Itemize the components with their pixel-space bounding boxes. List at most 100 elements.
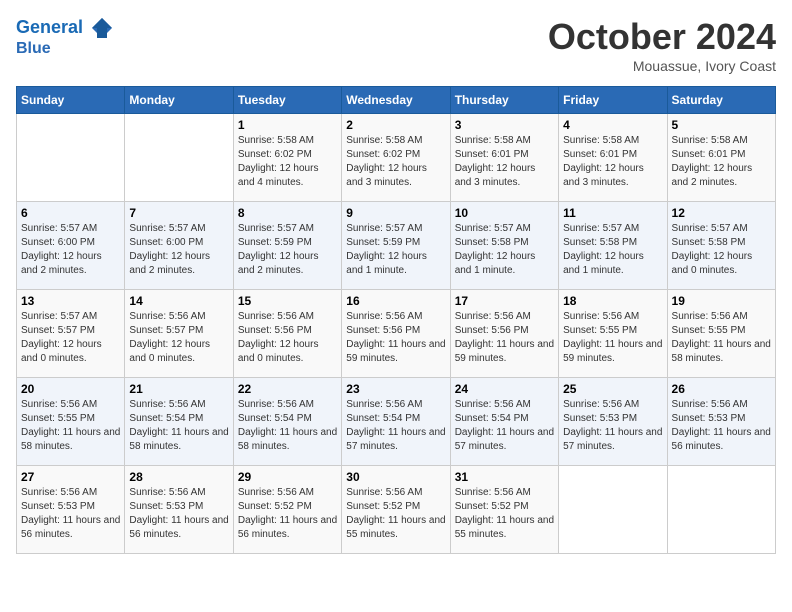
day-number: 8 <box>238 206 337 220</box>
day-detail: Sunrise: 5:57 AM Sunset: 6:00 PM Dayligh… <box>129 222 228 278</box>
calendar-cell: 1Sunrise: 5:58 AM Sunset: 6:02 PM Daylig… <box>233 114 341 202</box>
day-number: 27 <box>21 470 120 484</box>
calendar-cell <box>667 466 775 554</box>
day-detail: Sunrise: 5:56 AM Sunset: 5:53 PM Dayligh… <box>129 486 228 542</box>
calendar-cell: 23 Sunrise: 5:56 AM Sunset: 5:54 PM Dayli… <box>342 378 450 466</box>
weekday-header-cell: Sunday <box>17 87 125 114</box>
calendar-cell: 31Sunrise: 5:56 AM Sunset: 5:52 PM Dayli… <box>450 466 558 554</box>
weekday-header-cell: Saturday <box>667 87 775 114</box>
day-number: 6 <box>21 206 120 220</box>
day-detail: Sunrise: 5:57 AM Sunset: 5:57 PM Dayligh… <box>21 310 120 366</box>
day-number: 15 <box>238 294 337 308</box>
calendar-cell: 3 Sunrise: 5:58 AM Sunset: 6:01 PM Daylig… <box>450 114 558 202</box>
page-header: General Blue October 2024 Mouassue, Ivor… <box>16 16 776 74</box>
day-detail: Sunrise: 5:56 AM Sunset: 5:57 PM Dayligh… <box>129 310 228 366</box>
day-number: 20 <box>21 382 120 396</box>
day-detail: Sunrise: 5:56 AM Sunset: 5:53 PM Dayligh… <box>672 398 771 454</box>
weekday-header-cell: Tuesday <box>233 87 341 114</box>
day-number: 12 <box>672 206 771 220</box>
calendar-cell: 20Sunrise: 5:56 AM Sunset: 5:55 PM Dayli… <box>17 378 125 466</box>
calendar-body: 1 Sunrise: 5:58 AM Sunset: 6:02 PM Daylig… <box>17 114 776 554</box>
day-number: 11 <box>563 206 662 220</box>
calendar-table: SundayMondayTuesdayWednesdayThursdayFrid… <box>16 86 776 554</box>
day-detail: Sunrise: 5:56 AM Sunset: 5:56 PM Dayligh… <box>455 310 554 366</box>
day-number: 4 <box>563 118 662 132</box>
day-number: 28 <box>129 470 228 484</box>
day-number: 22 <box>238 382 337 396</box>
calendar-cell: 26 Sunrise: 5:56 AM Sunset: 5:53 PM Dayli… <box>667 378 775 466</box>
calendar-cell: 30Sunrise: 5:56 AM Sunset: 5:52 PM Dayli… <box>342 466 450 554</box>
calendar-cell: 14 Sunrise: 5:56 AM Sunset: 5:57 PM Dayli… <box>125 290 233 378</box>
calendar-cell: 11Sunrise: 5:57 AM Sunset: 5:58 PM Dayli… <box>559 202 667 290</box>
calendar-cell: 12 Sunrise: 5:57 AM Sunset: 5:58 PM Dayli… <box>667 202 775 290</box>
day-detail: Sunrise: 5:57 AM Sunset: 5:58 PM Dayligh… <box>672 222 771 278</box>
day-number: 25 <box>563 382 662 396</box>
calendar-cell <box>559 466 667 554</box>
day-number: 23 <box>346 382 445 396</box>
calendar-cell: 17 Sunrise: 5:56 AM Sunset: 5:56 PM Dayli… <box>450 290 558 378</box>
day-detail: Sunrise: 5:56 AM Sunset: 5:55 PM Dayligh… <box>672 310 771 366</box>
day-detail: Sunrise: 5:56 AM Sunset: 5:54 PM Dayligh… <box>238 398 337 454</box>
day-number: 26 <box>672 382 771 396</box>
logo-text: General <box>16 16 114 40</box>
title-area: October 2024 Mouassue, Ivory Coast <box>548 16 776 74</box>
day-detail: Sunrise: 5:56 AM Sunset: 5:52 PM Dayligh… <box>455 486 554 542</box>
day-detail: Sunrise: 5:56 AM Sunset: 5:54 PM Dayligh… <box>455 398 554 454</box>
day-number: 13 <box>21 294 120 308</box>
day-detail: Sunrise: 5:58 AM Sunset: 6:01 PM Dayligh… <box>672 134 771 190</box>
calendar-cell: 27 Sunrise: 5:56 AM Sunset: 5:53 PM Dayli… <box>17 466 125 554</box>
location: Mouassue, Ivory Coast <box>548 58 776 74</box>
calendar-cell: 22 Sunrise: 5:56 AM Sunset: 5:54 PM Dayli… <box>233 378 341 466</box>
calendar-cell: 13 Sunrise: 5:57 AM Sunset: 5:57 PM Dayli… <box>17 290 125 378</box>
day-number: 5 <box>672 118 771 132</box>
calendar-cell: 25 Sunrise: 5:56 AM Sunset: 5:53 PM Dayli… <box>559 378 667 466</box>
day-detail: Sunrise: 5:58 AM Sunset: 6:02 PM Dayligh… <box>346 134 445 190</box>
day-number: 17 <box>455 294 554 308</box>
calendar-week-row: 27 Sunrise: 5:56 AM Sunset: 5:53 PM Dayli… <box>17 466 776 554</box>
weekday-header-cell: Monday <box>125 87 233 114</box>
day-number: 14 <box>129 294 228 308</box>
weekday-header-row: SundayMondayTuesdayWednesdayThursdayFrid… <box>17 87 776 114</box>
day-number: 19 <box>672 294 771 308</box>
day-number: 7 <box>129 206 228 220</box>
calendar-cell: 15Sunrise: 5:56 AM Sunset: 5:56 PM Dayli… <box>233 290 341 378</box>
day-number: 10 <box>455 206 554 220</box>
weekday-header-cell: Friday <box>559 87 667 114</box>
calendar-cell <box>125 114 233 202</box>
calendar-cell: 7 Sunrise: 5:57 AM Sunset: 6:00 PM Daylig… <box>125 202 233 290</box>
day-number: 16 <box>346 294 445 308</box>
day-detail: Sunrise: 5:57 AM Sunset: 5:59 PM Dayligh… <box>238 222 337 278</box>
calendar-cell: 2 Sunrise: 5:58 AM Sunset: 6:02 PM Daylig… <box>342 114 450 202</box>
day-detail: Sunrise: 5:57 AM Sunset: 5:58 PM Dayligh… <box>455 222 554 278</box>
calendar-cell: 24 Sunrise: 5:56 AM Sunset: 5:54 PM Dayli… <box>450 378 558 466</box>
day-detail: Sunrise: 5:56 AM Sunset: 5:55 PM Dayligh… <box>563 310 662 366</box>
day-number: 30 <box>346 470 445 484</box>
day-number: 21 <box>129 382 228 396</box>
day-detail: Sunrise: 5:57 AM Sunset: 5:59 PM Dayligh… <box>346 222 445 278</box>
weekday-header-cell: Thursday <box>450 87 558 114</box>
day-detail: Sunrise: 5:56 AM Sunset: 5:54 PM Dayligh… <box>346 398 445 454</box>
month-title: October 2024 <box>548 16 776 58</box>
calendar-cell: 19 Sunrise: 5:56 AM Sunset: 5:55 PM Dayli… <box>667 290 775 378</box>
logo-blue: Blue <box>16 40 114 58</box>
day-detail: Sunrise: 5:57 AM Sunset: 6:00 PM Dayligh… <box>21 222 120 278</box>
day-number: 9 <box>346 206 445 220</box>
calendar-cell: 8 Sunrise: 5:57 AM Sunset: 5:59 PM Daylig… <box>233 202 341 290</box>
calendar-cell: 5 Sunrise: 5:58 AM Sunset: 6:01 PM Daylig… <box>667 114 775 202</box>
calendar-cell: 29Sunrise: 5:56 AM Sunset: 5:52 PM Dayli… <box>233 466 341 554</box>
day-detail: Sunrise: 5:56 AM Sunset: 5:56 PM Dayligh… <box>346 310 445 366</box>
day-number: 24 <box>455 382 554 396</box>
day-number: 2 <box>346 118 445 132</box>
calendar-week-row: 6 Sunrise: 5:57 AM Sunset: 6:00 PM Daylig… <box>17 202 776 290</box>
calendar-cell: 16 Sunrise: 5:56 AM Sunset: 5:56 PM Dayli… <box>342 290 450 378</box>
calendar-cell: 28 Sunrise: 5:56 AM Sunset: 5:53 PM Dayli… <box>125 466 233 554</box>
day-detail: Sunrise: 5:56 AM Sunset: 5:53 PM Dayligh… <box>563 398 662 454</box>
calendar-cell: 6 Sunrise: 5:57 AM Sunset: 6:00 PM Daylig… <box>17 202 125 290</box>
day-detail: Sunrise: 5:56 AM Sunset: 5:53 PM Dayligh… <box>21 486 120 542</box>
day-number: 1 <box>238 118 337 132</box>
day-detail: Sunrise: 5:58 AM Sunset: 6:01 PM Dayligh… <box>455 134 554 190</box>
calendar-week-row: 1 Sunrise: 5:58 AM Sunset: 6:02 PM Daylig… <box>17 114 776 202</box>
day-number: 18 <box>563 294 662 308</box>
calendar-week-row: 20Sunrise: 5:56 AM Sunset: 5:55 PM Dayli… <box>17 378 776 466</box>
day-number: 3 <box>455 118 554 132</box>
